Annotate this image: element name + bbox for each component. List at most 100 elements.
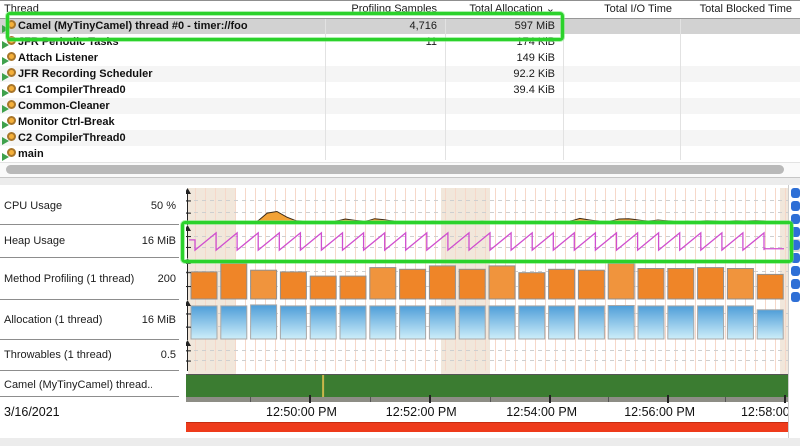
thread-icon [2,100,16,112]
cell-value [563,50,672,66]
cell-value [445,98,555,114]
legend-icon[interactable] [791,214,800,224]
legend-icon[interactable] [791,292,800,302]
axis-tick-major [429,395,431,403]
axis-tick-major [549,395,551,403]
chart-row-heap-usage[interactable] [186,225,788,258]
chart-row-thread-lifeline[interactable] [186,374,788,398]
timeline-panel: CPU Usage 50 % Heap Usage16 MiBMethod Prof… [0,185,800,438]
cell-value [325,98,437,114]
cell-value [680,82,792,98]
time-labels-row: 3/16/2021 12:50:00 PM12:52:00 PM12:54:00… [0,403,800,421]
lane-axis-tick: 200 [158,273,179,285]
legend-icon[interactable] [791,266,800,276]
cell-value [325,66,437,82]
thread-icon [2,148,16,160]
event-marker [322,375,324,398]
time-label: 12:54:00 PM [506,405,577,419]
axis-tick-minor [725,397,726,402]
scrollbar-thumb[interactable] [6,165,784,174]
column-header-total-blocked-time[interactable]: Total Blocked Time [680,1,792,17]
time-label: 12:50:00 PM [266,405,337,419]
column-header-thread[interactable]: Thread [4,1,321,17]
time-label: 12:52:00 PM [386,405,457,419]
column-separator [445,0,446,160]
thread-icon [2,132,16,144]
cell-value [325,130,437,146]
cell-value [563,98,672,114]
chart-row-allocation[interactable] [186,300,788,340]
axis-tick-minor [370,397,371,402]
column-separator [325,0,326,160]
legend-icon[interactable] [791,201,800,211]
lane-label-row[interactable]: Method Profiling (1 thread)200 [0,258,179,300]
chart-row-throwables[interactable] [186,340,788,371]
column-separator [563,0,564,160]
lane-label-row[interactable]: Heap Usage16 MiB [0,225,179,258]
cell-value: 11 [325,34,437,50]
chart-row-method-profiling[interactable] [186,258,788,300]
cell-value [563,114,672,130]
lane-name: CPU Usage [0,200,62,212]
cell-value [325,114,437,130]
lane-label-row[interactable]: Throwables (1 thread)0.5 [0,340,179,371]
axis-tick-minor [490,397,491,402]
thread-name: JFR Recording Scheduler [18,66,325,82]
cell-value [563,82,672,98]
lane-axis-tick: 50 % [151,200,179,212]
range-selector-bar[interactable] [186,422,788,432]
cell-value [563,34,672,50]
thread-name: C2 CompilerThread0 [18,130,325,146]
cell-value [680,98,792,114]
column-header-total-i-o-time[interactable]: Total I/O Time [563,1,672,17]
legend-icon[interactable] [791,240,800,250]
legend-icon[interactable] [791,188,800,198]
column-header-profiling-samples[interactable]: Profiling Samples [325,1,437,17]
axis-tick-major [309,395,311,403]
lane-label-row[interactable]: CPU Usage 50 % [0,188,179,225]
column-header-total-allocation[interactable]: Total Allocation ⌄ [445,1,555,17]
thread-name: JFR Periodic Tasks [18,34,325,50]
cell-value: 39.4 KiB [445,82,555,98]
legend-icon[interactable] [791,253,800,263]
legend-icon[interactable] [791,227,800,237]
lane-name: Allocation (1 thread) [0,314,102,326]
cell-value [563,18,672,34]
axis-tick-major [784,395,786,403]
lane-axis-tick: 16 MiB [142,235,179,247]
axis-tick-major [667,395,669,403]
thread-icon [2,20,16,32]
lane-label-row[interactable]: Camel (MyTinyCamel) thread... [0,374,179,397]
lane-axis-tick: 0.5 [161,349,179,361]
cell-value [680,146,792,162]
cell-value: 597 MiB [445,18,555,34]
table-header: ThreadProfiling Samples Total Allocation … [0,0,800,19]
cell-value [325,50,437,66]
thread-icon [2,36,16,48]
axis-tick-minor [250,397,251,402]
thread-name: Monitor Ctrl-Break [18,114,325,130]
horizontal-scrollbar[interactable] [0,162,800,177]
chart-row-cpu-usage[interactable] [186,188,788,225]
thread-name: Camel (MyTinyCamel) thread #0 - timer://… [18,18,325,34]
legend-strip [788,185,800,438]
cell-value [445,114,555,130]
thread-icon [2,68,16,80]
cell-value [680,50,792,66]
cell-value [680,18,792,34]
lane-name: Camel (MyTinyCamel) thread... [0,379,152,391]
thread-icon [2,52,16,64]
time-label: 12:56:00 PM [624,405,695,419]
cell-value: 4,716 [325,18,437,34]
cell-value: 149 KiB [445,50,555,66]
cell-value [563,130,672,146]
cell-value [680,34,792,50]
sort-desc-icon: ⌄ [546,3,555,15]
legend-icon[interactable] [791,279,800,289]
column-separator [680,0,681,160]
thread-icon [2,116,16,128]
cell-value [680,114,792,130]
timeline-charts[interactable] [186,188,788,402]
cell-value [325,82,437,98]
lane-label-row[interactable]: Allocation (1 thread)16 MiB [0,300,179,340]
